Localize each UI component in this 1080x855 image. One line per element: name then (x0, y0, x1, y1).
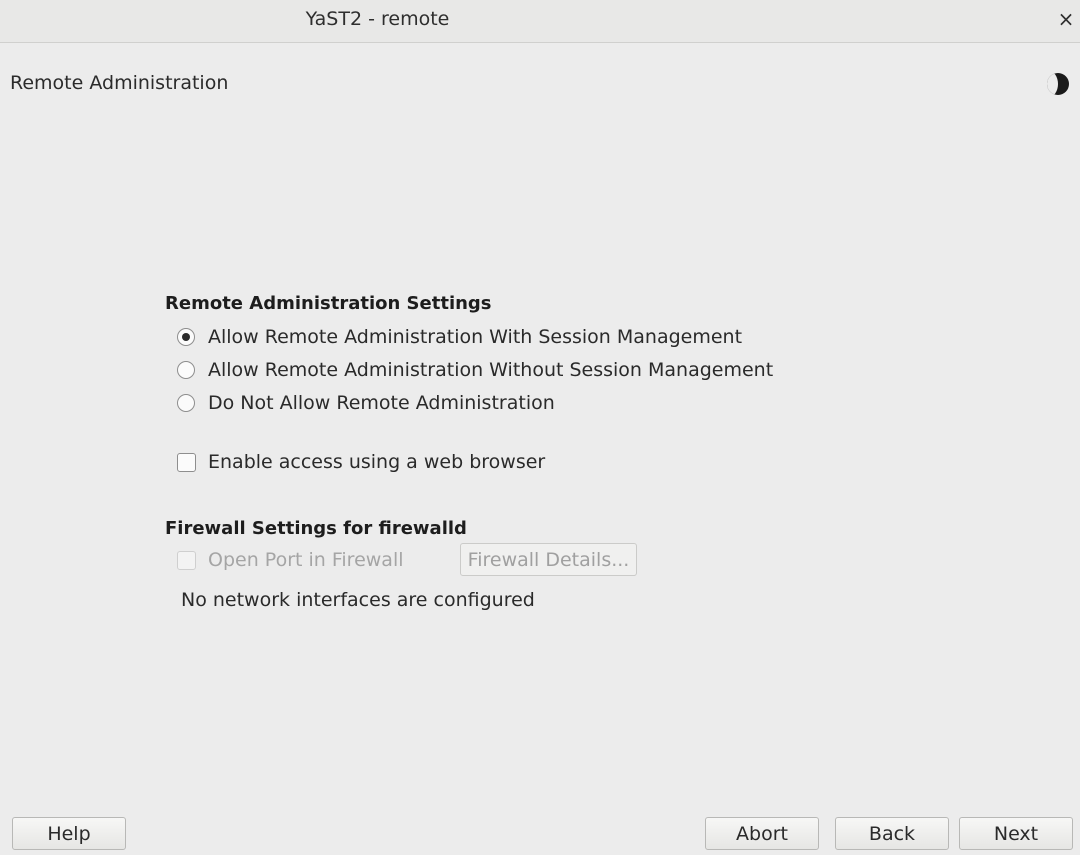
radio-button[interactable] (177, 394, 195, 412)
abort-button[interactable]: Abort (705, 817, 819, 850)
close-icon[interactable]: × (1053, 6, 1079, 32)
checkbox (177, 550, 196, 570)
help-button[interactable]: Help (12, 817, 126, 850)
window-title: YaST2 - remote (305, 8, 450, 30)
firewall-details-button: Firewall Details... (460, 543, 637, 576)
radio-button[interactable] (177, 361, 195, 379)
radio-do-not-allow[interactable]: Do Not Allow Remote Administration (177, 390, 555, 416)
checkbox-label: Enable access using a web browser (208, 451, 546, 473)
checkbox[interactable] (177, 452, 196, 472)
firewall-status-text: No network interfaces are configured (181, 589, 535, 611)
radio-label: Allow Remote Administration With Session… (208, 326, 743, 348)
radio-button-checked[interactable] (177, 328, 195, 346)
radio-without-session-management[interactable]: Allow Remote Administration Without Sess… (177, 357, 773, 383)
back-button[interactable]: Back (835, 817, 949, 850)
open-port-checkbox: Open Port in Firewall (177, 547, 404, 573)
next-button[interactable]: Next (959, 817, 1073, 850)
radio-label: Do Not Allow Remote Administration (208, 392, 555, 414)
radio-label: Allow Remote Administration Without Sess… (208, 359, 774, 381)
remote-settings-title: Remote Administration Settings (165, 293, 492, 314)
firewall-settings-title: Firewall Settings for firewalld (165, 518, 467, 539)
web-browser-access-checkbox[interactable]: Enable access using a web browser (177, 449, 545, 475)
moon-icon (1047, 73, 1069, 95)
window-titlebar: YaST2 - remote × (0, 0, 1080, 43)
page-title: Remote Administration (10, 72, 229, 94)
radio-with-session-management[interactable]: Allow Remote Administration With Session… (177, 324, 742, 350)
checkbox-label: Open Port in Firewall (208, 549, 404, 571)
